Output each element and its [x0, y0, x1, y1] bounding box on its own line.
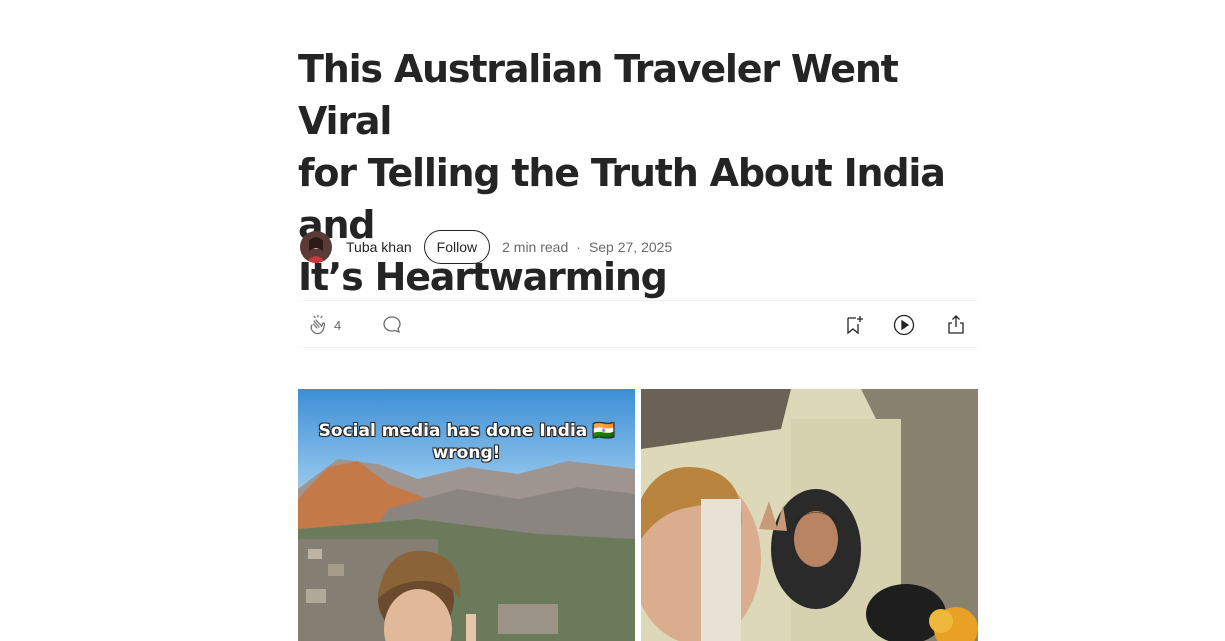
clap-count: 4: [334, 317, 342, 333]
share-icon: [944, 313, 968, 337]
byline: Tuba khan Follow 2 min read · Sep 27, 20…: [298, 228, 978, 266]
image-caption-line-1: Social media has done India 🇮🇳: [318, 421, 615, 441]
image-right: [641, 389, 978, 641]
image-left: Social media has done India 🇮🇳 wrong!: [298, 389, 635, 641]
author-avatar[interactable]: [300, 231, 332, 263]
article-action-bar: 4: [298, 300, 978, 348]
author-name[interactable]: Tuba khan: [346, 239, 412, 255]
title-line-1: This Australian Traveler Went Viral: [298, 47, 899, 143]
image-caption-line-2: wrong!: [432, 443, 501, 463]
comment-icon: [380, 313, 404, 337]
bookmark-button[interactable]: [842, 313, 866, 337]
comment-button[interactable]: [380, 313, 404, 337]
share-button[interactable]: [944, 313, 968, 337]
listen-play-icon: [892, 313, 916, 337]
listen-button[interactable]: [892, 313, 916, 337]
meta-separator: ·: [576, 239, 581, 255]
read-time: 2 min read: [502, 239, 569, 255]
clap-button[interactable]: 4: [306, 313, 341, 337]
article-images: Social media has done India 🇮🇳 wrong!: [298, 389, 978, 641]
publish-date: Sep 27, 2025: [588, 239, 673, 255]
follow-button[interactable]: Follow: [423, 230, 491, 264]
article-meta: 2 min read · Sep 27, 2025: [502, 239, 672, 255]
article-page: This Australian Traveler Went Viral for …: [0, 0, 1225, 641]
clap-icon: [306, 313, 330, 337]
bookmark-add-icon: [842, 313, 866, 337]
